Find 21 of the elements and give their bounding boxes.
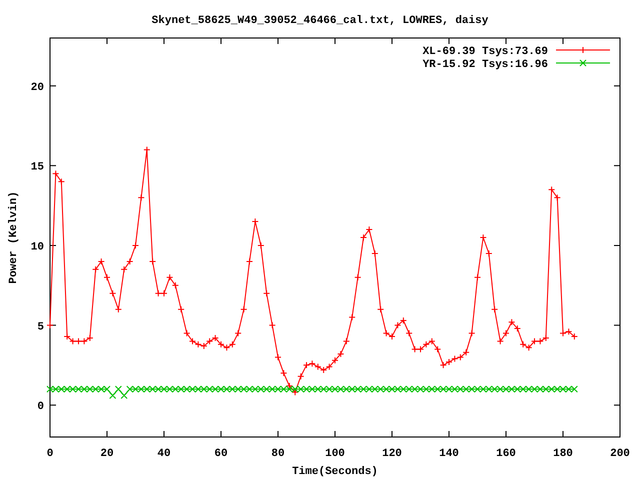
y-tick-label: 0: [37, 401, 44, 414]
legend-label: YR-15.92 Tsys:16.96: [422, 59, 548, 71]
x-axis-label: Time(Seconds): [292, 466, 378, 478]
y-tick-label: 5: [37, 321, 44, 334]
x-tick-label: 180: [553, 448, 573, 460]
x-tick-label: 140: [439, 448, 459, 460]
x-tick-label: 20: [100, 448, 114, 460]
y-tick-label: 20: [30, 82, 44, 94]
y-tick-label: 15: [30, 162, 44, 174]
x-tick-label: 40: [157, 448, 171, 460]
legend-label: XL-69.39 Tsys:73.69: [422, 46, 548, 58]
x-tick-label: 200: [610, 448, 630, 460]
chart-title: Skynet_58625_W49_39052_46466_cal.txt, LOWRES, daisy: [152, 15, 488, 27]
x-tick-label: 80: [271, 448, 285, 460]
x-tick-label: 0: [46, 448, 54, 460]
x-tick-label: 60: [214, 448, 228, 460]
x-tick-label: 160: [496, 448, 516, 460]
x-tick-label: 100: [325, 448, 345, 460]
x-tick-label: 120: [382, 448, 402, 460]
y-tick-label: 10: [30, 241, 44, 254]
y-axis-label: Power (Kelvin): [8, 191, 20, 284]
